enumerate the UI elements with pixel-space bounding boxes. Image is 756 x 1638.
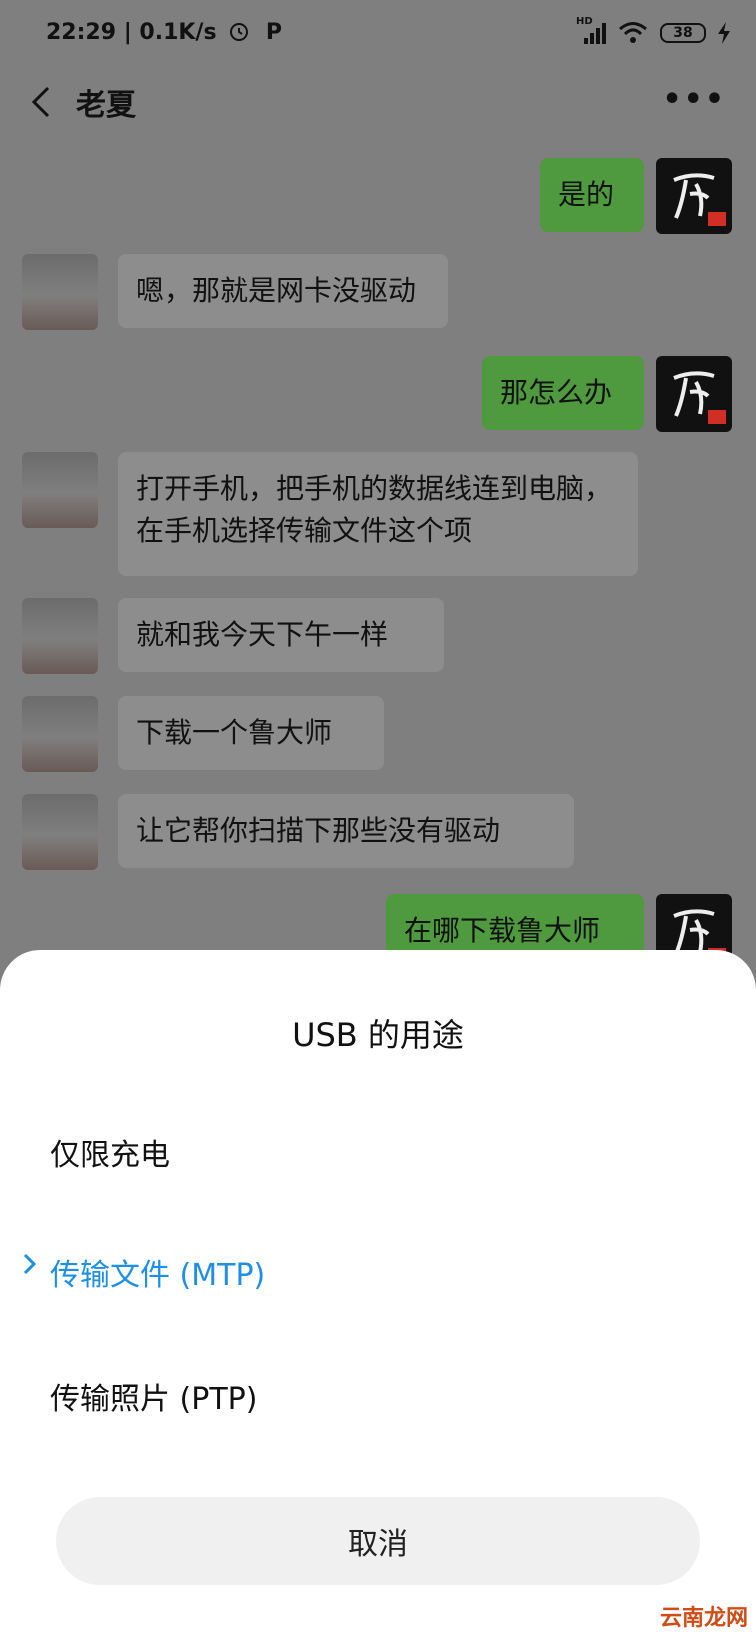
message-text: 在哪下载鲁大师 <box>404 914 601 947</box>
charging-icon <box>718 22 730 44</box>
status-time-speed: 22:29 | 0.1K/s P <box>46 20 282 45</box>
option-charge-only[interactable]: 仅限充电 <box>50 1130 170 1174</box>
sheet-title: USB 的用途 <box>292 1016 464 1054</box>
message-text: 是的 <box>558 178 615 211</box>
message-text: 打开手机，把手机的数据线连到电脑，在手机选择传输文件这个项 <box>136 472 613 547</box>
my-avatar[interactable] <box>656 356 732 432</box>
calligraphy-avatar-icon <box>673 371 726 424</box>
message-bubble-sent[interactable]: 是的 <box>540 158 644 232</box>
option-transfer-files-mtp[interactable]: 传输文件 (MTP) <box>50 1250 265 1294</box>
alarm-icon <box>230 23 249 41</box>
message-text: 那怎么办 <box>500 376 613 409</box>
chat-header: 老夏 ••• <box>0 68 756 138</box>
battery-icon: 38 <box>660 23 706 43</box>
message-bubble-received[interactable]: 就和我今天下午一样 <box>118 598 444 672</box>
message-text: 嗯，那就是网卡没驱动 <box>136 274 417 307</box>
my-avatar[interactable] <box>656 158 732 234</box>
message-bubble-received[interactable]: 打开手机，把手机的数据线连到电脑，在手机选择传输文件这个项 <box>118 452 638 576</box>
battery-level: 38 <box>673 25 693 41</box>
message-bubble-received[interactable]: 嗯，那就是网卡没驱动 <box>118 254 448 328</box>
watermark-logo: 云南龙网 <box>659 1605 748 1631</box>
status-bar: 22:29 | 0.1K/s P HD 38 <box>0 0 756 68</box>
wifi-icon <box>619 22 647 43</box>
message-bubble-received[interactable]: 让它帮你扫描下那些没有驱动 <box>118 794 574 868</box>
option-transfer-photos-ptp[interactable]: 传输照片 (PTP) <box>50 1374 257 1418</box>
contact-avatar[interactable] <box>22 696 98 772</box>
contact-avatar[interactable] <box>22 254 98 330</box>
status-time: 22:29 <box>46 20 117 45</box>
cancel-button[interactable]: 取消 <box>56 1497 700 1585</box>
p-app-icon: P <box>265 20 283 45</box>
contact-avatar[interactable] <box>22 452 98 528</box>
chat-title: 老夏 <box>76 88 136 123</box>
net-speed: | 0.1K/s <box>123 20 217 45</box>
status-indicators: HD 38 <box>576 16 730 48</box>
back-icon[interactable] <box>22 82 62 122</box>
cancel-label: 取消 <box>348 1527 408 1562</box>
message-text: 就和我今天下午一样 <box>136 618 389 651</box>
message-bubble-sent[interactable]: 那怎么办 <box>482 356 644 430</box>
contact-avatar[interactable] <box>22 598 98 674</box>
message-text: 下载一个鲁大师 <box>136 716 333 749</box>
message-bubble-received[interactable]: 下载一个鲁大师 <box>118 696 384 770</box>
signal-icon: HD <box>576 16 606 46</box>
message-text: 让它帮你扫描下那些没有驱动 <box>136 814 501 847</box>
more-options-icon[interactable]: ••• <box>662 82 726 117</box>
calligraphy-avatar-icon <box>673 173 726 226</box>
chevron-right-icon <box>23 1253 37 1275</box>
contact-avatar[interactable] <box>22 794 98 870</box>
